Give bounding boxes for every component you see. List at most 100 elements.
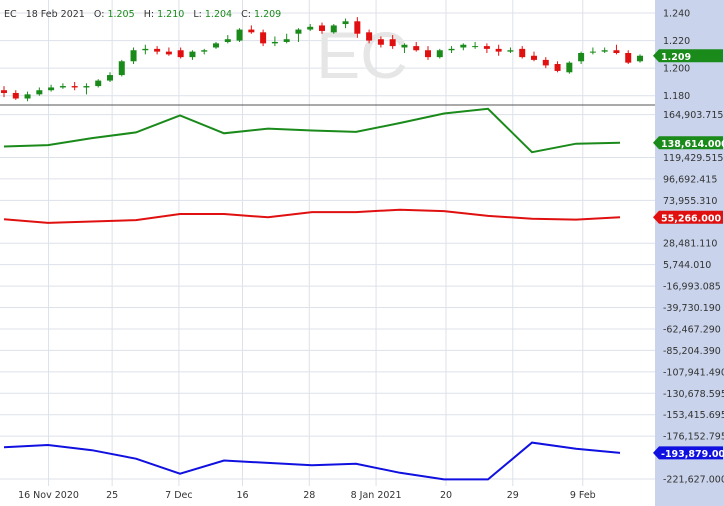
cot-tick-label: 5,744.010 xyxy=(663,260,711,271)
candle-body xyxy=(401,44,408,48)
candle-body xyxy=(389,39,396,47)
candle-body xyxy=(436,50,443,58)
open-label: O: xyxy=(93,9,105,20)
open-value: 1.205 xyxy=(107,9,135,20)
cot-tick-label: -176,152.795 xyxy=(663,432,724,443)
cot-tick-label: 96,692.415 xyxy=(663,174,717,185)
candle-body xyxy=(130,50,137,62)
x-tick-label: 25 xyxy=(106,490,118,501)
price-tick-label: 1.180 xyxy=(663,91,690,102)
cot-tick-label: -62,467.290 xyxy=(663,324,721,335)
candle-body xyxy=(319,25,325,31)
candle-body xyxy=(177,50,184,58)
x-tick-label: 8 Jan 2021 xyxy=(351,490,402,501)
candle-body xyxy=(330,25,337,33)
cot-green-badge-label: 138,614.000 xyxy=(661,139,724,150)
candle-body xyxy=(165,51,172,55)
low-label: L: xyxy=(193,9,202,20)
cot-tick-label: -85,204.390 xyxy=(663,346,721,357)
candle-body xyxy=(213,43,219,48)
cot-tick-label: -130,678.595 xyxy=(663,389,724,400)
candle-body xyxy=(154,48,161,52)
symbol-label: EC xyxy=(4,9,17,20)
candle-body xyxy=(507,50,514,52)
x-tick-label: 29 xyxy=(507,490,519,501)
candle-body xyxy=(342,21,349,25)
close-value: 1.209 xyxy=(254,9,282,20)
candle-body xyxy=(1,90,7,93)
low-value: 1.204 xyxy=(204,9,233,20)
candle-body xyxy=(589,51,596,53)
candle-body xyxy=(519,48,526,58)
candle-body xyxy=(460,44,467,48)
candle-body xyxy=(554,64,561,71)
candle-body xyxy=(566,62,573,73)
cot-tick-label: 73,955.310 xyxy=(663,196,717,207)
candle-body xyxy=(236,29,243,41)
cot-line-blue xyxy=(3,441,621,481)
candle-body xyxy=(142,48,149,51)
candle-body xyxy=(271,41,278,44)
candle-body xyxy=(248,29,255,33)
candle-body xyxy=(448,48,455,51)
high-value: 1.210 xyxy=(157,9,185,20)
price-tick-label: 1.220 xyxy=(663,36,690,47)
x-tick-label: 9 Feb xyxy=(570,490,596,501)
cot-tick-label: 119,429.515 xyxy=(663,153,723,164)
candle-body xyxy=(36,90,43,95)
candle-body xyxy=(413,46,420,51)
candle-body xyxy=(224,39,231,42)
candle-body xyxy=(472,46,479,48)
x-tick-label: 7 Dec xyxy=(165,490,192,501)
candle-body xyxy=(625,53,632,63)
x-tick-label: 16 Nov 2020 xyxy=(18,490,79,501)
candle-body xyxy=(425,50,431,58)
candle-body xyxy=(295,29,302,34)
candle-body xyxy=(107,75,113,81)
candle-body xyxy=(189,51,196,58)
cot-tick-label: 28,481.110 xyxy=(663,239,717,250)
candle-body xyxy=(24,94,31,99)
cot-tick-label: -16,993.085 xyxy=(663,282,721,293)
cot-tick-label: -107,941.490 xyxy=(663,367,724,378)
candle-body xyxy=(260,32,267,44)
x-tick-label: 16 xyxy=(236,490,248,501)
candle-body xyxy=(118,61,125,76)
candle-body xyxy=(531,55,537,60)
cot-lines xyxy=(3,107,621,481)
chart[interactable]: EC 1.240 1.220 1.200 1.180 164,903.715 119,42… xyxy=(0,0,724,506)
candle-body xyxy=(601,50,608,52)
cot-tick-label: 164,903.715 xyxy=(663,110,723,121)
price-axis[interactable] xyxy=(655,0,724,506)
ohlc-header: EC 18 Feb 2021 O: 1.205 H: 1.210 L: 1.20… xyxy=(4,9,281,20)
candle-body xyxy=(483,46,490,49)
x-tick-label: 28 xyxy=(303,490,315,501)
candle-body xyxy=(495,48,502,52)
candle-body xyxy=(71,86,78,88)
candle-body xyxy=(578,53,585,62)
candle-body xyxy=(307,26,314,30)
watermark: EC xyxy=(316,18,408,92)
candle-body xyxy=(48,87,55,91)
cot-tick-label: -221,627.000 xyxy=(663,475,724,486)
candle-body xyxy=(637,55,643,62)
cot-tick-label: -153,415.695 xyxy=(663,410,724,421)
date-label: 18 Feb 2021 xyxy=(25,9,85,20)
cot-blue-badge-label: -193,879.000 xyxy=(661,449,724,460)
candle-body xyxy=(613,50,620,53)
cot-line-green xyxy=(3,107,621,154)
x-axis-labels: 16 Nov 2020 25 7 Dec 16 28 8 Jan 2021 20 29 9 Fe… xyxy=(18,490,596,501)
candle-body xyxy=(59,86,66,88)
x-tick-label: 20 xyxy=(440,490,452,501)
candle-body xyxy=(201,50,208,52)
close-label: C: xyxy=(241,9,251,20)
candle-body xyxy=(366,32,373,41)
candle-body xyxy=(95,80,102,87)
candle-body xyxy=(12,92,19,99)
cot-red-badge-label: 55,266.000 xyxy=(661,213,721,224)
candle-body xyxy=(354,21,361,34)
candle-body xyxy=(83,86,90,88)
price-tick-label: 1.200 xyxy=(663,64,690,75)
candle-body xyxy=(542,59,549,66)
cot-tick-label: -39,730.190 xyxy=(663,303,721,314)
